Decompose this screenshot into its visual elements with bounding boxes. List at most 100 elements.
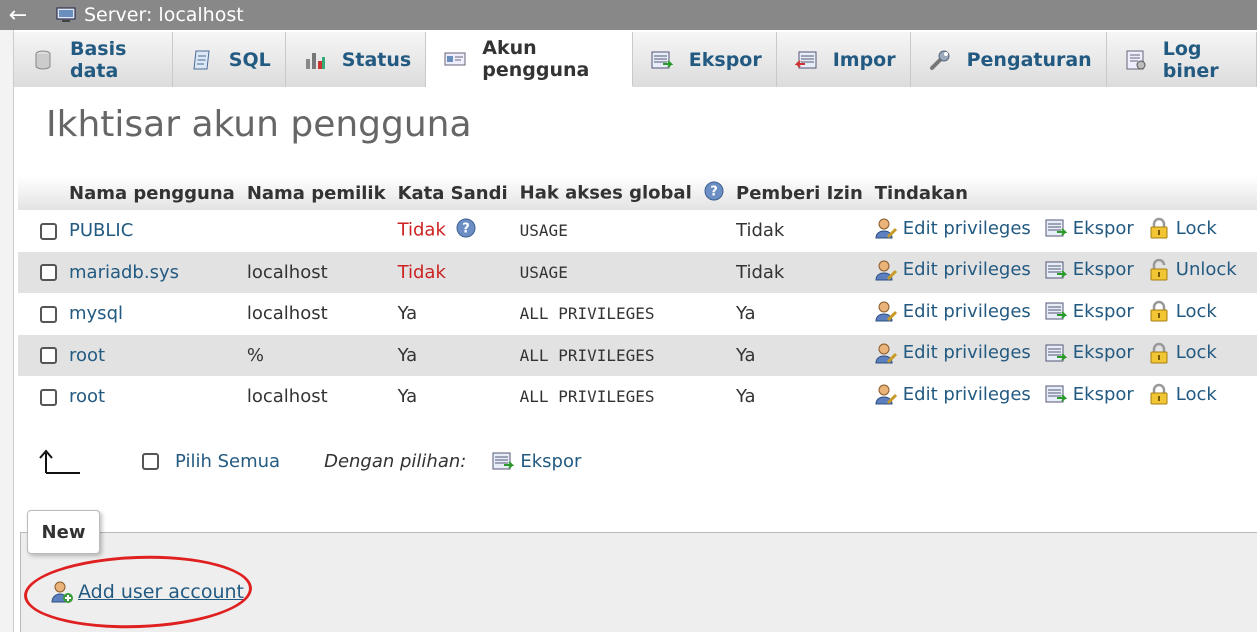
export-user-button[interactable]: Ekspor [1045,383,1134,405]
tab-import[interactable]: Impor [776,32,911,87]
tab-label: Log biner [1162,37,1219,82]
lock-label: Unlock [1175,259,1237,281]
password-cell: Tidak [391,251,514,293]
password-cell: Ya [392,376,514,418]
username-link[interactable]: mysql [69,303,123,324]
checkbox-column-header [18,176,63,210]
username-link[interactable]: mariadb.sys [69,262,179,283]
password-status: Tidak [397,261,446,283]
column-header-global-privileges: Hak akses global ? [513,176,731,210]
row-checkbox[interactable] [40,347,57,365]
tab-export[interactable]: Ekspor [632,32,777,87]
actions-cell: Edit privileges Ekspor Lock [869,293,1257,335]
table-row: mysql localhost Ya ALL PRIVILEGES Ya Edit pri… [18,293,1257,335]
svg-text:?: ? [462,222,470,237]
edit-privileges-button[interactable]: Edit privileges [875,259,1031,281]
tab-settings[interactable]: Pengaturan [910,32,1107,87]
column-header-password[interactable]: Kata Sandi [391,176,514,210]
bulk-export-button[interactable]: Ekspor [492,450,581,472]
actions-cell: Edit privileges Ekspor Unlock [868,251,1257,293]
select-all-link[interactable]: Pilih Semua [175,451,280,472]
lock-icon [1148,342,1170,364]
sql-icon [191,49,213,71]
edit-user-icon [875,383,897,405]
actions-cell: Edit privileges Ekspor Lock [868,334,1257,376]
back-arrow-icon[interactable]: ← [0,0,36,30]
row-checkbox[interactable] [40,305,57,323]
unlock-icon [1148,258,1170,281]
lock-label: Lock [1175,342,1217,364]
column-header-label: Hak akses global [519,182,692,203]
row-select-cell [18,376,63,418]
export-user-button[interactable]: Ekspor [1045,217,1134,239]
edit-user-icon [875,342,897,364]
global-privileges-cell: ALL PRIVILEGES [519,387,655,407]
row-select-cell [18,334,63,376]
add-user-label: Add user account [78,581,244,603]
row-checkbox[interactable] [40,388,57,406]
export-user-button[interactable]: Ekspor [1045,342,1134,364]
tab-label: Akun pengguna [482,37,590,81]
tab-status[interactable]: Status [285,32,427,87]
select-all-checkbox[interactable] [142,452,159,470]
column-header-username[interactable]: Nama pengguna [63,176,241,210]
tab-binary-log[interactable]: Log biner [1106,32,1257,87]
hostname-cell: localhost [240,251,392,293]
export-label: Ekspor [1072,300,1134,322]
lock-label: Lock [1175,217,1217,239]
export-label: Ekspor [1072,383,1134,405]
hostname-cell [241,210,392,252]
lock-button[interactable]: Lock [1148,383,1217,405]
lock-button[interactable]: Lock [1148,300,1217,322]
export-icon [651,49,674,71]
edit-privileges-button[interactable]: Edit privileges [875,300,1031,322]
edit-privileges-button[interactable]: Edit privileges [875,383,1031,405]
username-link[interactable]: PUBLIC [69,220,133,241]
table-row: mariadb.sys localhost Tidak USAGE Tidak Edit … [18,251,1257,293]
edit-privileges-button[interactable]: Edit privileges [875,217,1031,239]
tab-user-accounts[interactable]: Akun pengguna [426,32,633,87]
username-cell: root [63,334,241,376]
column-header-grant[interactable]: Pemberi Izin [730,176,869,210]
hostname-cell: localhost [246,303,328,325]
edit-privileges-button[interactable]: Edit privileges [875,342,1031,364]
row-checkbox[interactable] [40,222,57,240]
lock-icon [1148,383,1170,405]
server-title[interactable]: Server: localhost [84,4,244,26]
column-header-hostname[interactable]: Nama pemilik [240,176,392,210]
tab-sql[interactable]: SQL [172,32,286,87]
user-accounts-icon [444,48,466,70]
edit-privileges-label: Edit privileges [902,300,1031,322]
password-status: Ya [397,386,418,408]
tab-databases[interactable]: Basis data [14,32,173,87]
username-cell: mariadb.sys [63,251,241,293]
username-link[interactable]: root [69,345,105,366]
edit-user-icon [875,300,897,322]
user-accounts-table: Nama pengguna Nama pemilik Kata Sandi Ha… [18,176,1257,418]
navigation-panel-edge [0,30,14,632]
lock-button[interactable]: Lock [1148,217,1217,239]
help-icon[interactable]: ? [456,218,476,243]
table-row: root localhost Ya ALL PRIVILEGES Ya Edit priv… [18,376,1257,418]
add-user-account-link[interactable]: Add user account [50,580,244,604]
row-checkbox[interactable] [40,264,57,282]
unlock-button[interactable]: Unlock [1148,258,1237,281]
page-title: Ikhtisar akun pengguna [46,104,472,145]
bulk-actions-row: Pilih Semua Dengan pilihan: Ekspor [36,446,595,476]
export-user-button[interactable]: Ekspor [1045,300,1134,322]
binlog-icon [1125,49,1147,71]
row-select-cell [18,210,63,252]
table-row: root% Ya ALL PRIVILEGES Ya Edit privileges Ek… [18,334,1257,376]
password-cell: Ya [392,293,514,335]
tab-label: SQL [228,48,271,71]
global-privileges-cell: ALL PRIVILEGES [519,304,655,324]
row-select-cell [18,293,63,335]
hostname-cell: % [240,334,392,376]
help-icon[interactable]: ? [704,181,724,206]
export-icon [1045,217,1068,239]
export-user-button[interactable]: Ekspor [1045,259,1134,281]
edit-privileges-label: Edit privileges [902,342,1031,364]
lock-button[interactable]: Lock [1148,342,1217,364]
new-legend: New [27,510,100,554]
username-link[interactable]: root [69,386,105,407]
